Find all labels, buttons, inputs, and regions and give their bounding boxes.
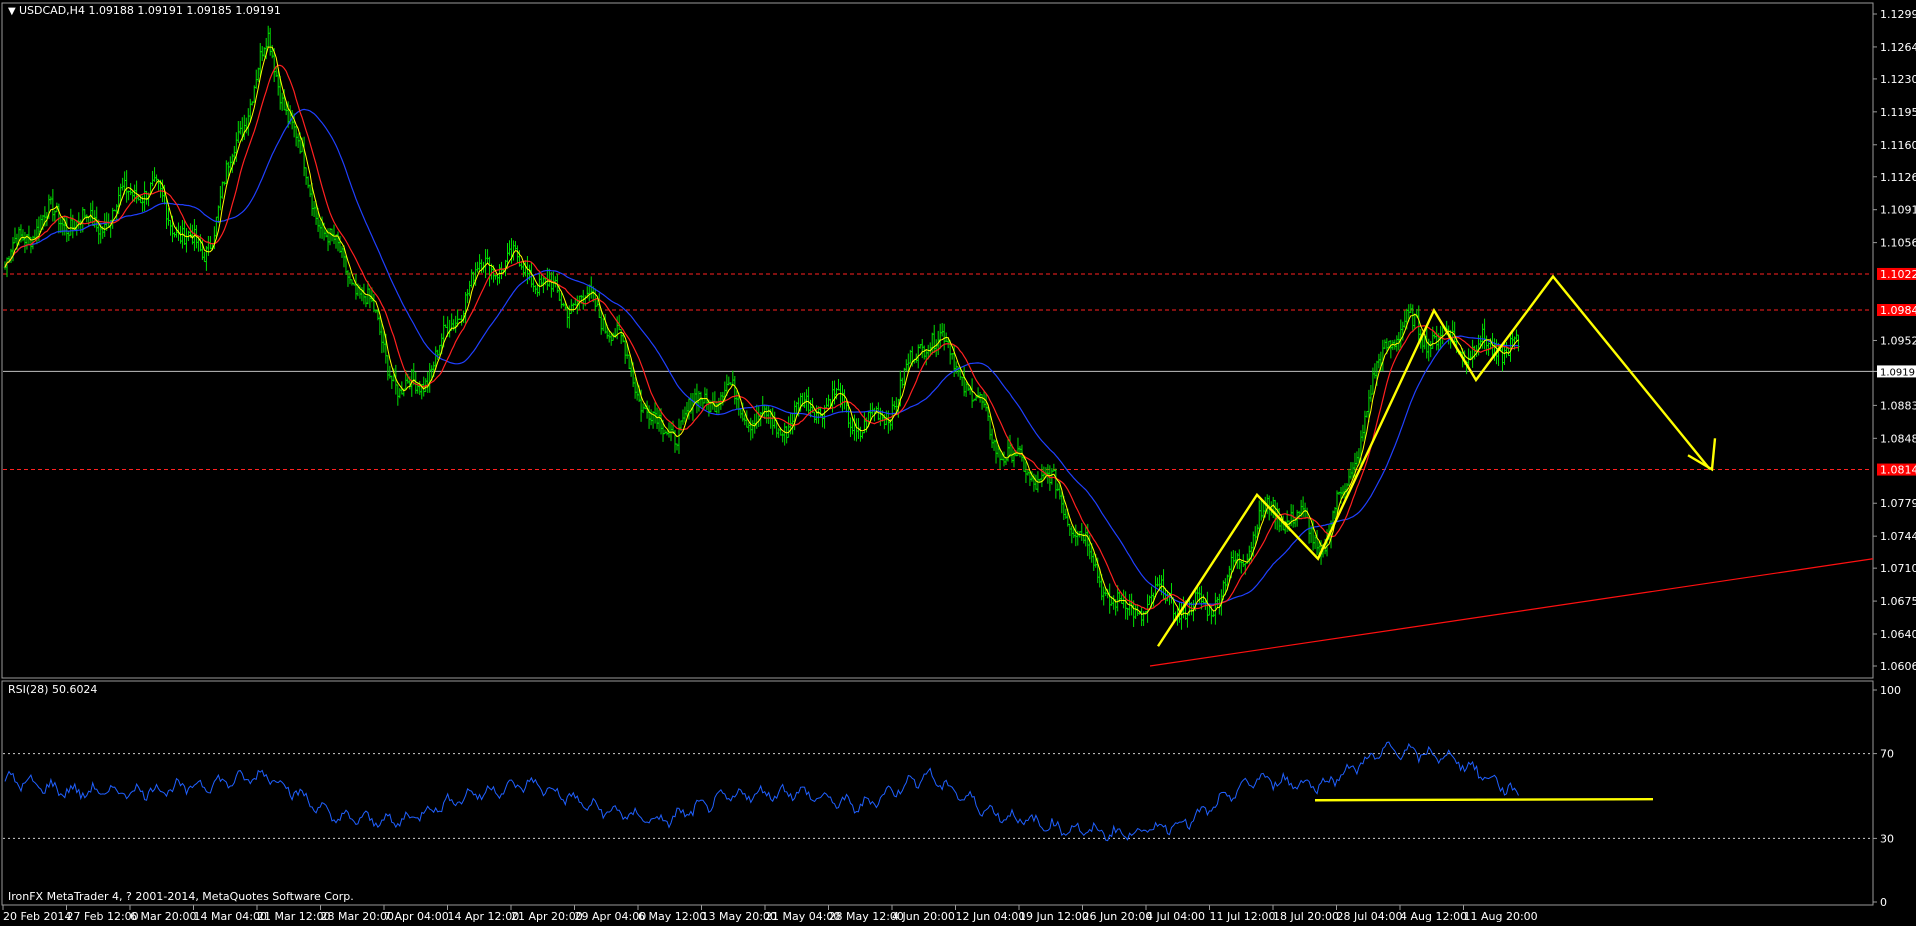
time-tick-label: 6 May 12:00 bbox=[638, 910, 706, 923]
time-tick-label: 4 Jul 04:00 bbox=[1146, 910, 1205, 923]
price-tick-label: 1.07100 bbox=[1880, 562, 1916, 575]
price-tick-label: 1.10560 bbox=[1880, 237, 1916, 250]
time-tick-label: 21 Apr 20:00 bbox=[511, 910, 583, 923]
drawn-objects[interactable] bbox=[1149, 274, 1874, 667]
time-tick-label: 4 Jun 20:00 bbox=[892, 910, 955, 923]
footer-copyright: IronFX MetaTrader 4, ? 2001-2014, MetaQu… bbox=[8, 890, 354, 903]
price-tick-label: 1.12640 bbox=[1880, 41, 1916, 54]
price-tick-label: 1.09520 bbox=[1880, 334, 1916, 347]
level-price-text: 1.08148 bbox=[1880, 464, 1916, 477]
price-tick-label: 1.08480 bbox=[1880, 432, 1916, 445]
support-trendline[interactable] bbox=[1149, 558, 1874, 667]
time-axis: 20 Feb 201427 Feb 12:006 Mar 20:0014 Mar… bbox=[2, 905, 1538, 923]
time-tick-label: 28 Jul 04:00 bbox=[1337, 910, 1403, 923]
price-axis: 1.12990 1.12640 1.12300 1.11950 1.11600 1.112… bbox=[1873, 8, 1916, 673]
rsi-tick-label: 70 bbox=[1880, 748, 1894, 761]
time-tick-label: 19 Jun 12:00 bbox=[1019, 910, 1089, 923]
rsi-tick-label: 30 bbox=[1880, 832, 1894, 845]
price-tick-label: 1.10910 bbox=[1880, 204, 1916, 217]
price-tick-label: 1.08830 bbox=[1880, 399, 1916, 412]
price-tick-label: 1.11600 bbox=[1880, 139, 1916, 152]
price-tick-label: 1.12990 bbox=[1880, 8, 1916, 21]
price-series bbox=[3, 25, 1520, 630]
time-tick-label: 26 Jun 20:00 bbox=[1083, 910, 1153, 923]
price-tick-label: 1.06400 bbox=[1880, 628, 1916, 641]
rsi-series bbox=[3, 741, 1873, 842]
time-tick-label: 20 Feb 2014 bbox=[3, 910, 71, 923]
rsi-support-line[interactable] bbox=[1314, 797, 1654, 802]
horizontal-levels[interactable]: 1.10227 1.09844 1.08148 1.09191 bbox=[3, 267, 1916, 477]
price-tick-label: 1.06750 bbox=[1880, 595, 1916, 608]
symbol-header: USDCAD,H4 1.09188 1.09191 1.09185 1.0919… bbox=[19, 4, 281, 17]
price-tick-label: 1.07790 bbox=[1880, 497, 1916, 510]
time-tick-label: 6 Mar 20:00 bbox=[130, 910, 196, 923]
chart-canvas[interactable]: 1.102271.098441.081481.09191 1.129901.12… bbox=[0, 0, 1916, 926]
price-tick-label: 1.12300 bbox=[1880, 73, 1916, 86]
rsi-tick-label: 100 bbox=[1880, 684, 1901, 697]
ma-fast-line bbox=[4, 64, 1519, 611]
level-price-text: 1.10227 bbox=[1880, 268, 1916, 281]
time-tick-label: 4 Aug 12:00 bbox=[1400, 910, 1467, 923]
time-tick-label: 28 Mar 20:00 bbox=[321, 910, 394, 923]
time-tick-label: 27 Feb 12:00 bbox=[67, 910, 139, 923]
time-tick-label: 11 Jul 12:00 bbox=[1210, 910, 1276, 923]
time-tick-label: 21 Mar 12:00 bbox=[257, 910, 330, 923]
time-tick-label: 29 Apr 04:00 bbox=[575, 910, 647, 923]
time-tick-label: 7 Apr 04:00 bbox=[384, 910, 449, 923]
time-tick-label: 18 Jul 20:00 bbox=[1273, 910, 1339, 923]
time-tick-label: 11 Aug 20:00 bbox=[1464, 910, 1538, 923]
time-tick-label: 14 Apr 12:00 bbox=[448, 910, 520, 923]
rsi-header: RSI(28) 50.6024 bbox=[8, 683, 97, 696]
rsi-line bbox=[4, 741, 1519, 842]
rsi-panel-frame bbox=[1, 680, 1874, 906]
rsi-axis: 100 70 30 0 bbox=[1873, 684, 1901, 909]
price-tick-label: 1.07440 bbox=[1880, 530, 1916, 543]
price-tick-label: 1.06060 bbox=[1880, 660, 1916, 673]
rsi-tick-label: 0 bbox=[1880, 896, 1887, 909]
price-tick-label: 1.11950 bbox=[1880, 106, 1916, 119]
level-price-text: 1.09844 bbox=[1880, 304, 1916, 317]
price-tick-label: 1.11260 bbox=[1880, 171, 1916, 184]
time-tick-label: 12 Jun 04:00 bbox=[956, 910, 1026, 923]
time-tick-label: 14 Mar 04:00 bbox=[194, 910, 267, 923]
chart-menu-icon[interactable]: ▼ bbox=[8, 6, 16, 17]
current-price-text: 1.09191 bbox=[1880, 367, 1916, 378]
zigzag-arrowhead[interactable] bbox=[1687, 438, 1717, 472]
